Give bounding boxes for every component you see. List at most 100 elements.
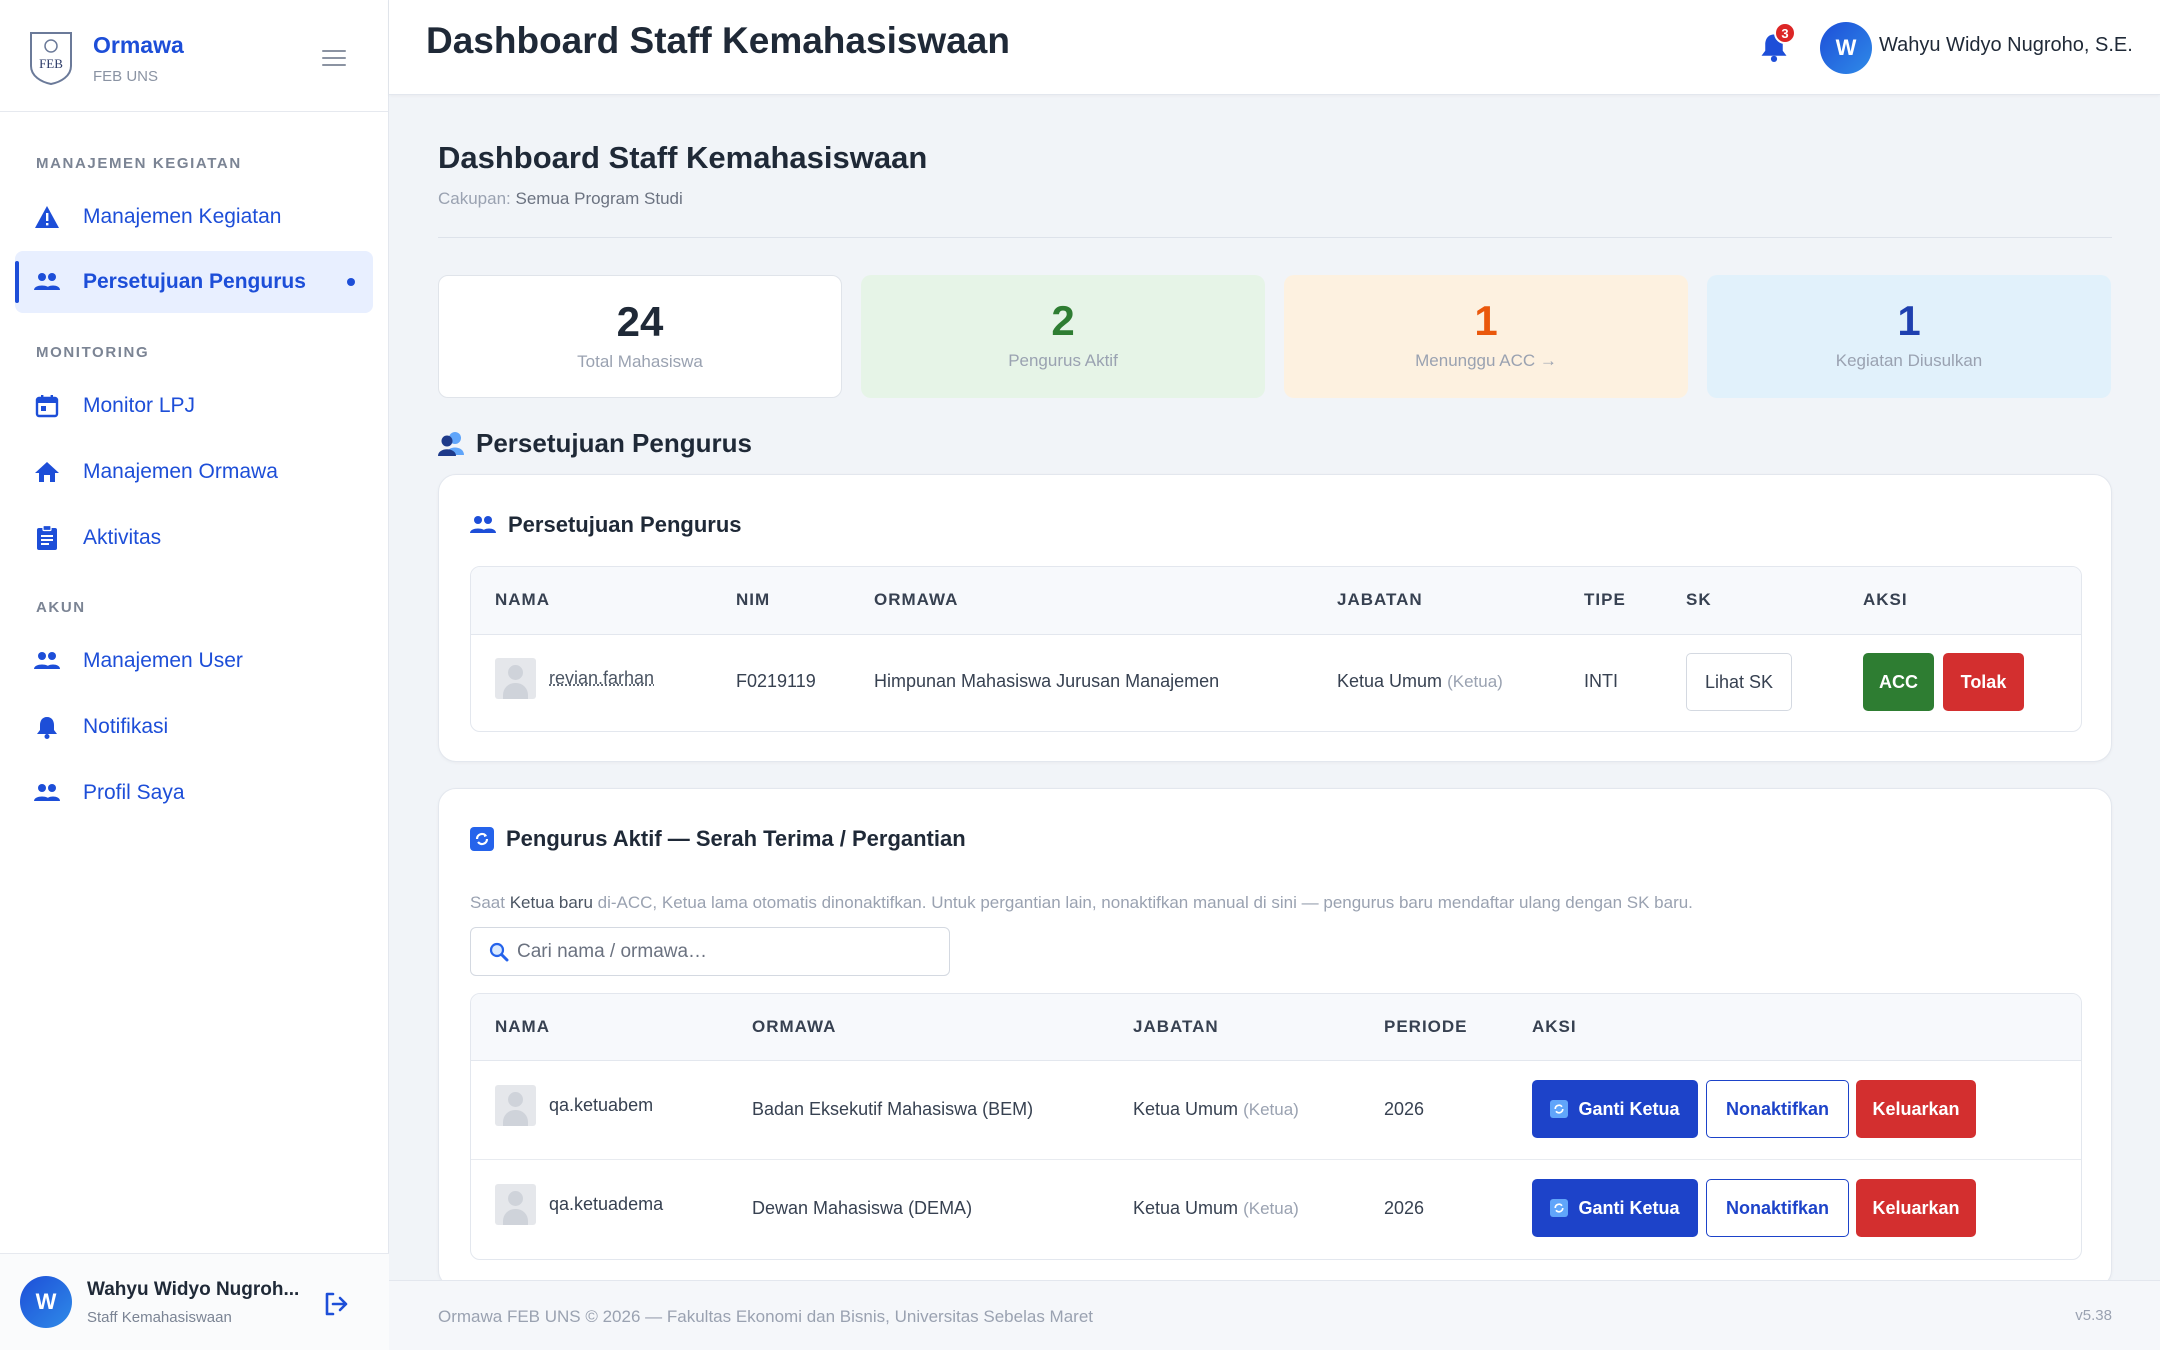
- approval-card-title: Persetujuan Pengurus: [470, 512, 742, 538]
- user-photo-placeholder: [495, 1085, 536, 1126]
- col-ormawa: ORMAWA: [752, 1017, 837, 1036]
- topbar-title: Dashboard Staff Kemahasiswaan: [426, 20, 1010, 61]
- approval-card: Persetujuan Pengurus NAMA NIM ORMAWA JAB…: [438, 474, 2112, 762]
- sidebar-item-manajemen-user[interactable]: Manajemen User: [15, 630, 373, 692]
- active-indicator-dot: [347, 278, 355, 286]
- nonaktifkan-button[interactable]: Nonaktifkan: [1706, 1080, 1849, 1138]
- col-sk: SK: [1686, 590, 1712, 609]
- sidebar-item-label: Aktivitas: [83, 526, 162, 549]
- search-icon: [489, 942, 509, 961]
- table-row: revian.farhan F0219119 Himpunan Mahasisw…: [471, 635, 2081, 731]
- stat-value: 2: [1051, 297, 1075, 344]
- warning-icon: [33, 203, 61, 231]
- people-icon: [33, 779, 61, 807]
- jabatan-value: Ketua Umum (Ketua): [1133, 1099, 1299, 1119]
- jabatan-value: Ketua Umum (Ketua): [1133, 1198, 1299, 1218]
- people-icon: [33, 647, 61, 675]
- scope-value: Semua Program Studi: [515, 189, 683, 208]
- stat-label: Kegiatan Diusulkan: [1835, 351, 1983, 370]
- calendar-icon: [33, 392, 61, 420]
- user-avatar[interactable]: W: [1820, 22, 1872, 74]
- stat-card-menunggu-acc[interactable]: 1 Menunggu ACC →: [1284, 275, 1688, 398]
- brand-name: Ormawa: [93, 32, 184, 58]
- stat-label: Pengurus Aktif: [1008, 351, 1118, 370]
- scope-text: Cakupan: Semua Program Studi: [438, 189, 683, 208]
- menu-toggle-icon[interactable]: [322, 50, 346, 68]
- ormawa-value: Badan Eksekutif Mahasiswa (BEM): [752, 1099, 1034, 1119]
- version-label: v5.38: [2075, 1307, 2112, 1324]
- user-photo-placeholder: [495, 1184, 536, 1225]
- member-name: qa.ketuadema: [549, 1194, 664, 1214]
- topbar-user-name[interactable]: Wahyu Widyo Nugroho, S.E.: [1879, 34, 2133, 57]
- table-header: NAMA ORMAWA JABATAN PERIODE AKSI: [471, 994, 2081, 1061]
- people-color-icon: [438, 431, 464, 456]
- col-jabatan: JABATAN: [1337, 590, 1423, 609]
- nav-section-monitoring: MONITORING: [36, 344, 150, 361]
- sidebar-item-aktivitas[interactable]: Aktivitas: [15, 507, 373, 569]
- col-periode: PERIODE: [1384, 1017, 1468, 1036]
- active-pengurus-card: Pengurus Aktif — Serah Terima / Perganti…: [438, 788, 2112, 1288]
- stat-card-pengurus-aktif[interactable]: 2 Pengurus Aktif: [861, 275, 1265, 398]
- stat-label: Menunggu ACC →: [1415, 351, 1557, 370]
- ormawa-value: Dewan Mahasiswa (DEMA): [752, 1198, 973, 1218]
- notification-count-badge: 3: [1774, 22, 1796, 44]
- col-ormawa: ORMAWA: [874, 590, 959, 609]
- home-icon: [33, 458, 61, 486]
- sidebar: FEB Ormawa FEB UNS MANAJEMEN KEGIATAN Ma…: [0, 0, 389, 1350]
- page-title: Dashboard Staff Kemahasiswaan: [438, 140, 928, 175]
- clipboard-icon: [33, 524, 61, 552]
- sidebar-item-profil-saya[interactable]: Profil Saya: [15, 762, 373, 824]
- avatar: W: [20, 1276, 72, 1328]
- svg-text:FEB: FEB: [39, 56, 63, 71]
- sidebar-user-role: Staff Kemahasiswaan: [87, 1309, 232, 1326]
- ganti-ketua-button[interactable]: Ganti Ketua: [1532, 1080, 1698, 1138]
- reject-button[interactable]: Tolak: [1943, 653, 2024, 711]
- sidebar-item-label: Manajemen Kegiatan: [83, 205, 282, 228]
- col-nim: NIM: [736, 590, 771, 609]
- sidebar-user-name: Wahyu Widyo Nugroh...: [87, 1279, 300, 1300]
- table-row: qa.ketuadema Dewan Mahasiswa (DEMA) Ketu…: [471, 1160, 2081, 1259]
- sidebar-item-label: Manajemen Ormawa: [83, 460, 278, 483]
- col-tipe: TIPE: [1584, 590, 1626, 609]
- refresh-icon: [1550, 1100, 1569, 1118]
- table-row: qa.ketuabem Badan Eksekutif Mahasiswa (B…: [471, 1061, 2081, 1160]
- jabatan-value: Ketua Umum (Ketua): [1337, 671, 1503, 691]
- user-photo-placeholder: [495, 658, 536, 699]
- stat-card-total-mahasiswa[interactable]: 24 Total Mahasiswa: [438, 275, 842, 398]
- table-header: NAMA NIM ORMAWA JABATAN TIPE SK AKSI: [471, 567, 2081, 635]
- acc-button[interactable]: ACC: [1863, 653, 1934, 711]
- nim-value: F0219119: [736, 671, 816, 691]
- topbar: Dashboard Staff Kemahasiswaan 3 W Wahyu …: [389, 0, 2160, 95]
- search-input[interactable]: [517, 940, 937, 963]
- feb-logo: FEB: [30, 32, 72, 86]
- sidebar-item-manajemen-kegiatan[interactable]: Manajemen Kegiatan: [15, 186, 373, 248]
- stat-value: 24: [616, 298, 664, 345]
- sidebar-item-persetujuan-pengurus[interactable]: Persetujuan Pengurus: [15, 251, 373, 313]
- tipe-value: INTI: [1584, 671, 1618, 691]
- keluarkan-button[interactable]: Keluarkan: [1856, 1179, 1976, 1237]
- nonaktifkan-button[interactable]: Nonaktifkan: [1706, 1179, 1849, 1237]
- ormawa-value: Himpunan Mahasiswa Jurusan Manajemen: [874, 671, 1220, 691]
- handover-note: Saat Ketua baru di-ACC, Ketua lama otoma…: [470, 893, 1693, 912]
- sidebar-user: W Wahyu Widyo Nugroh... Staff Kemahasisw…: [0, 1253, 389, 1350]
- search-box[interactable]: [470, 927, 950, 976]
- nav-section-manajemen-kegiatan: MANAJEMEN KEGIATAN: [36, 155, 242, 172]
- sidebar-item-label: Persetujuan Pengurus: [83, 270, 306, 293]
- sidebar-item-monitor-lpj[interactable]: Monitor LPJ: [15, 375, 373, 437]
- member-name: qa.ketuabem: [549, 1095, 654, 1115]
- applicant-name-link[interactable]: revian.farhan: [549, 668, 654, 689]
- ganti-ketua-button[interactable]: Ganti Ketua: [1532, 1179, 1698, 1237]
- logout-icon[interactable]: [322, 1290, 350, 1318]
- brand: FEB Ormawa FEB UNS: [0, 0, 388, 112]
- stat-card-kegiatan-diusulkan[interactable]: 1 Kegiatan Diusulkan: [1707, 275, 2111, 398]
- sidebar-item-notifikasi[interactable]: Notifikasi: [15, 696, 373, 758]
- view-sk-button[interactable]: Lihat SK: [1686, 653, 1792, 711]
- refresh-icon: [470, 827, 494, 851]
- sidebar-item-manajemen-ormawa[interactable]: Manajemen Ormawa: [15, 441, 373, 503]
- col-aksi: AKSI: [1532, 1017, 1577, 1036]
- keluarkan-button[interactable]: Keluarkan: [1856, 1080, 1976, 1138]
- brand-subtitle: FEB UNS: [93, 68, 159, 85]
- col-nama: NAMA: [495, 590, 550, 609]
- sidebar-item-label: Notifikasi: [83, 715, 169, 738]
- section-heading: Persetujuan Pengurus: [438, 428, 752, 459]
